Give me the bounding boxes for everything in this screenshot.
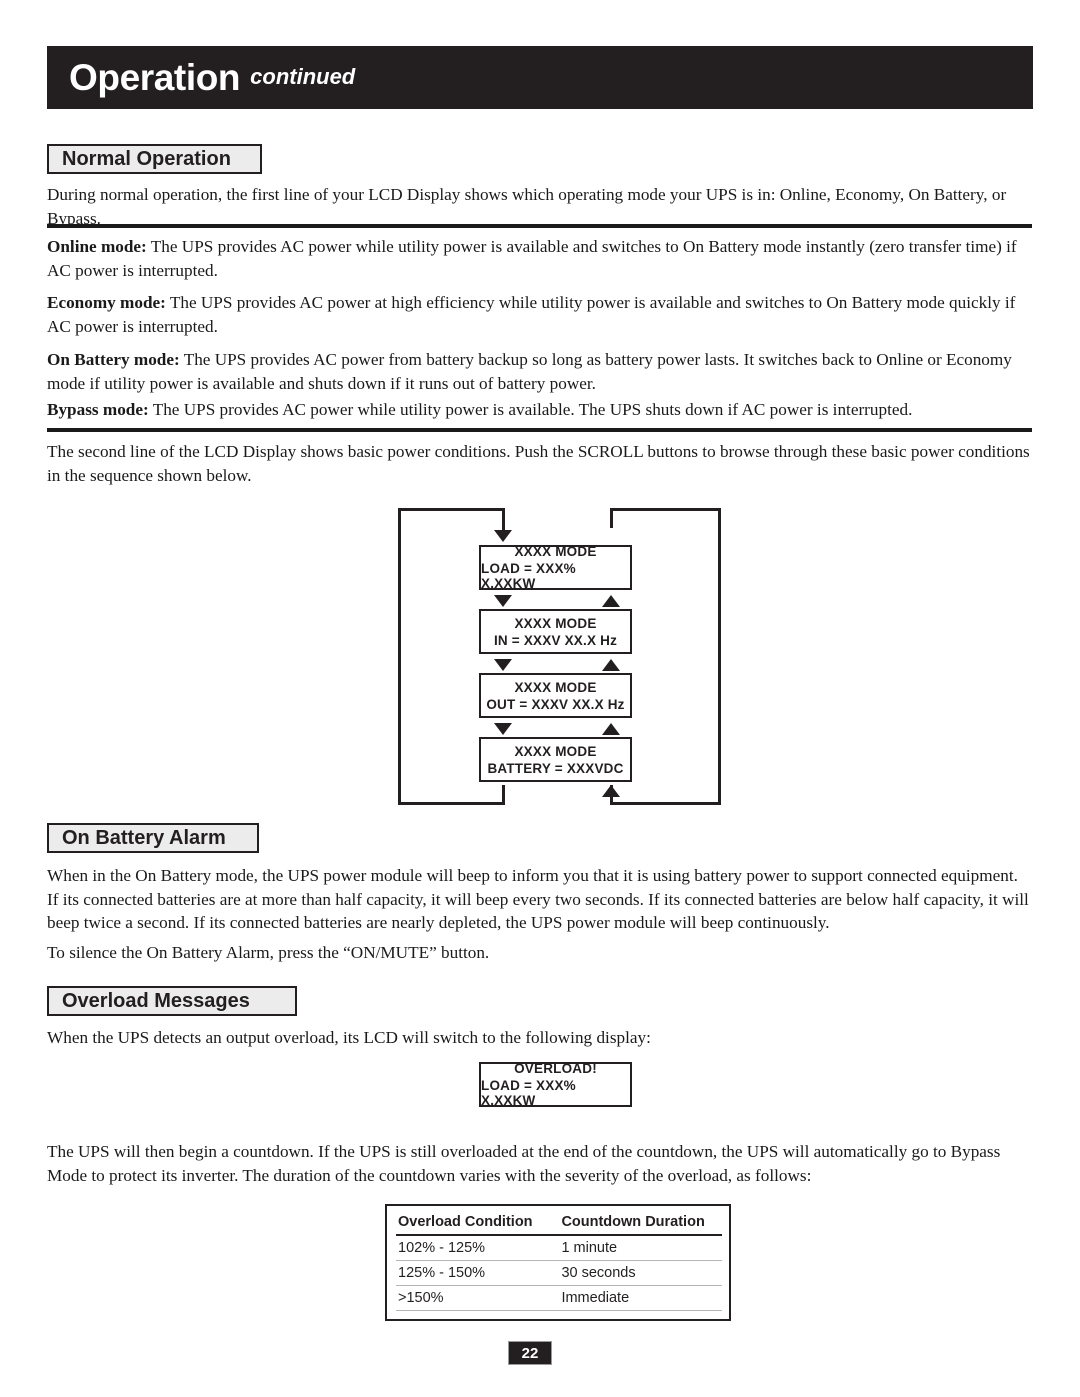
divider-rule-2 [47, 428, 1032, 432]
lcd-line-1: OVERLOAD! [514, 1061, 597, 1076]
cell-countdown-duration: 30 seconds [547, 1260, 722, 1286]
cell-countdown-duration: 1 minute [547, 1235, 722, 1261]
table-row: 102% - 125% 1 minute [396, 1235, 722, 1261]
lcd-line-2: IN = XXXV XX.X Hz [493, 632, 618, 648]
table-row: >150% Immediate [396, 1285, 722, 1311]
overload-duration-table: Overload Condition Countdown Duration 10… [396, 1213, 722, 1311]
lcd-line-2: LOAD = XXX% X.XXKW [481, 561, 576, 591]
section-heading-overload-messages: Overload Messages [47, 986, 297, 1016]
lcd-line-2: LOAD = XXX% X.XXKW [481, 1078, 576, 1108]
page-title-continued: continued [250, 63, 356, 89]
online-mode-paragraph: Online mode: The UPS provides AC power w… [47, 235, 1032, 282]
diagram-line-right-stub-top [610, 508, 613, 528]
section-heading-label: Overload Messages [62, 989, 250, 1012]
page-number-label: 22 [521, 1344, 539, 1362]
on-battery-alarm-paragraph-1: When in the On Battery mode, the UPS pow… [47, 866, 1029, 932]
arrow-up-icon-1 [602, 659, 620, 671]
lcd-screen-battery: XXXX MODE BATTERY = XXXVDC [479, 737, 632, 782]
page-number-badge: 22 [508, 1341, 552, 1365]
arrow-down-icon-2 [494, 659, 512, 671]
section-heading-normal-operation: Normal Operation [47, 144, 262, 174]
arrow-down-icon-3 [494, 723, 512, 735]
on-battery-mode-paragraph: On Battery mode: The UPS provides AC pow… [47, 348, 1032, 395]
arrow-down-icon-1 [494, 595, 512, 607]
scroll-instruction-paragraph: The second line of the LCD Display shows… [47, 442, 1030, 485]
page-header-bar: Operation continued [47, 46, 1033, 109]
bypass-mode-label: Bypass mode: [47, 400, 149, 419]
on-battery-mode-text: The UPS provides AC power from battery b… [47, 350, 1012, 393]
section-heading-label: On Battery Alarm [62, 826, 226, 849]
overload-messages-paragraph-2: The UPS will then begin a countdown. If … [47, 1142, 1001, 1185]
diagram-line-bottom-left [398, 802, 505, 805]
arrow-up-icon-0 [602, 595, 620, 607]
economy-mode-paragraph: Economy mode: The UPS provides AC power … [47, 291, 1032, 338]
diagram-line-left-stub-bottom [502, 785, 505, 805]
lcd-line-1: XXXX MODE [514, 544, 597, 559]
lcd-line-1: XXXX MODE [514, 679, 597, 695]
diagram-line-right-down [718, 508, 721, 805]
lcd-line-1: XXXX MODE [514, 743, 597, 759]
column-header-countdown-duration: Countdown Duration [547, 1213, 722, 1236]
arrow-up-icon-3 [602, 785, 620, 797]
table-header-row: Overload Condition Countdown Duration [396, 1213, 722, 1236]
economy-mode-text: The UPS provides AC power at high effici… [47, 293, 1016, 336]
lcd-screen-output: XXXX MODE OUT = XXXV XX.X Hz [479, 673, 632, 718]
divider-rule-1 [47, 224, 1032, 228]
cell-overload-condition: 125% - 150% [396, 1260, 548, 1286]
lcd-line-2: BATTERY = XXXVDC [487, 760, 624, 776]
overload-messages-paragraph-1: When the UPS detects an output overload,… [47, 1028, 651, 1047]
on-battery-mode-label: On Battery mode: [47, 350, 180, 369]
arrow-down-icon-0 [494, 530, 512, 542]
diagram-line-left-down [398, 508, 401, 805]
lcd-screen-overload: OVERLOAD! LOAD = XXX% X.XXKW [479, 1061, 632, 1108]
page-title: Operation [69, 56, 241, 98]
diagram-line-top-right [610, 508, 721, 511]
lcd-line-2: OUT = XXXV XX.X Hz [486, 696, 625, 712]
diagram-line-bottom-right [610, 802, 721, 805]
arrow-up-icon-2 [602, 723, 620, 735]
normal-operation-intro: During normal operation, the first line … [47, 185, 1007, 228]
section-heading-on-battery-alarm: On Battery Alarm [47, 823, 259, 853]
cell-overload-condition: >150% [396, 1285, 548, 1311]
online-mode-text: The UPS provides AC power while utility … [47, 237, 1017, 280]
on-battery-alarm-paragraph-2: To silence the On Battery Alarm, press t… [47, 943, 490, 962]
economy-mode-label: Economy mode: [47, 293, 166, 312]
online-mode-label: Online mode: [47, 237, 147, 256]
diagram-line-left-stub-top [502, 508, 505, 530]
lcd-screen-input: XXXX MODE IN = XXXV XX.X Hz [479, 609, 632, 654]
lcd-screen-load: XXXX MODE LOAD = XXX% X.XXKW [479, 544, 632, 591]
section-heading-label: Normal Operation [62, 147, 231, 170]
table-row: 125% - 150% 30 seconds [396, 1260, 722, 1286]
manual-page: Operation continued Normal Operation Dur… [0, 0, 1080, 1397]
overload-duration-table-wrapper: Overload Condition Countdown Duration 10… [385, 1204, 731, 1321]
lcd-line-1: XXXX MODE [514, 615, 597, 631]
diagram-line-top-left [398, 508, 505, 511]
bypass-mode-text: The UPS provides AC power while utility … [148, 400, 913, 419]
column-header-overload-condition: Overload Condition [396, 1213, 548, 1236]
cell-countdown-duration: Immediate [547, 1285, 722, 1311]
bypass-mode-paragraph: Bypass mode: The UPS provides AC power w… [47, 398, 1032, 422]
cell-overload-condition: 102% - 125% [396, 1235, 548, 1261]
